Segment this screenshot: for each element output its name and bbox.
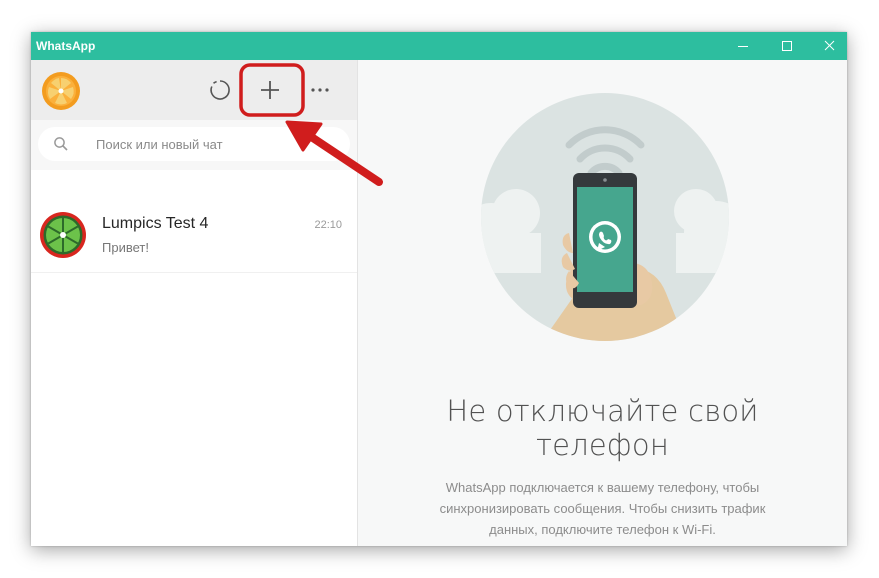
- status-button[interactable]: [202, 72, 238, 108]
- phone-illustration: [481, 93, 729, 341]
- minimize-icon: [738, 46, 748, 47]
- app-window: WhatsApp Поиск или новый чат Lumpics Tes…: [31, 32, 847, 546]
- window-title: WhatsApp: [36, 39, 96, 53]
- lime-avatar-icon: [40, 212, 86, 258]
- chat-avatar: [40, 212, 86, 258]
- search-icon: [54, 137, 68, 151]
- sidebar-header: [31, 60, 357, 120]
- pointer-arrow-icon: [285, 120, 383, 186]
- intro-title: Не отключайте свой телефон: [446, 394, 759, 462]
- menu-button[interactable]: [303, 72, 339, 108]
- intro-panel: Не отключайте свой телефон WhatsApp подк…: [358, 60, 847, 546]
- chat-list-item[interactable]: Lumpics Test 4 22:10 Привет!: [31, 200, 357, 273]
- status-icon: [210, 80, 230, 100]
- minimize-button[interactable]: [721, 32, 765, 60]
- chat-time: 22:10: [314, 219, 342, 231]
- close-icon: [824, 40, 835, 51]
- more-icon: [311, 88, 329, 92]
- chat-name: Lumpics Test 4: [102, 215, 209, 232]
- highlight-frame: [239, 63, 305, 117]
- orange-avatar-icon: [42, 72, 80, 110]
- chat-last-message: Привет!: [102, 240, 149, 255]
- intro-description: WhatsApp подключается к вашему телефону,…: [439, 480, 766, 537]
- maximize-button[interactable]: [765, 32, 809, 60]
- close-button[interactable]: [807, 32, 847, 60]
- maximize-icon: [782, 41, 792, 51]
- title-bar[interactable]: WhatsApp: [31, 32, 847, 60]
- profile-avatar[interactable]: [42, 72, 80, 110]
